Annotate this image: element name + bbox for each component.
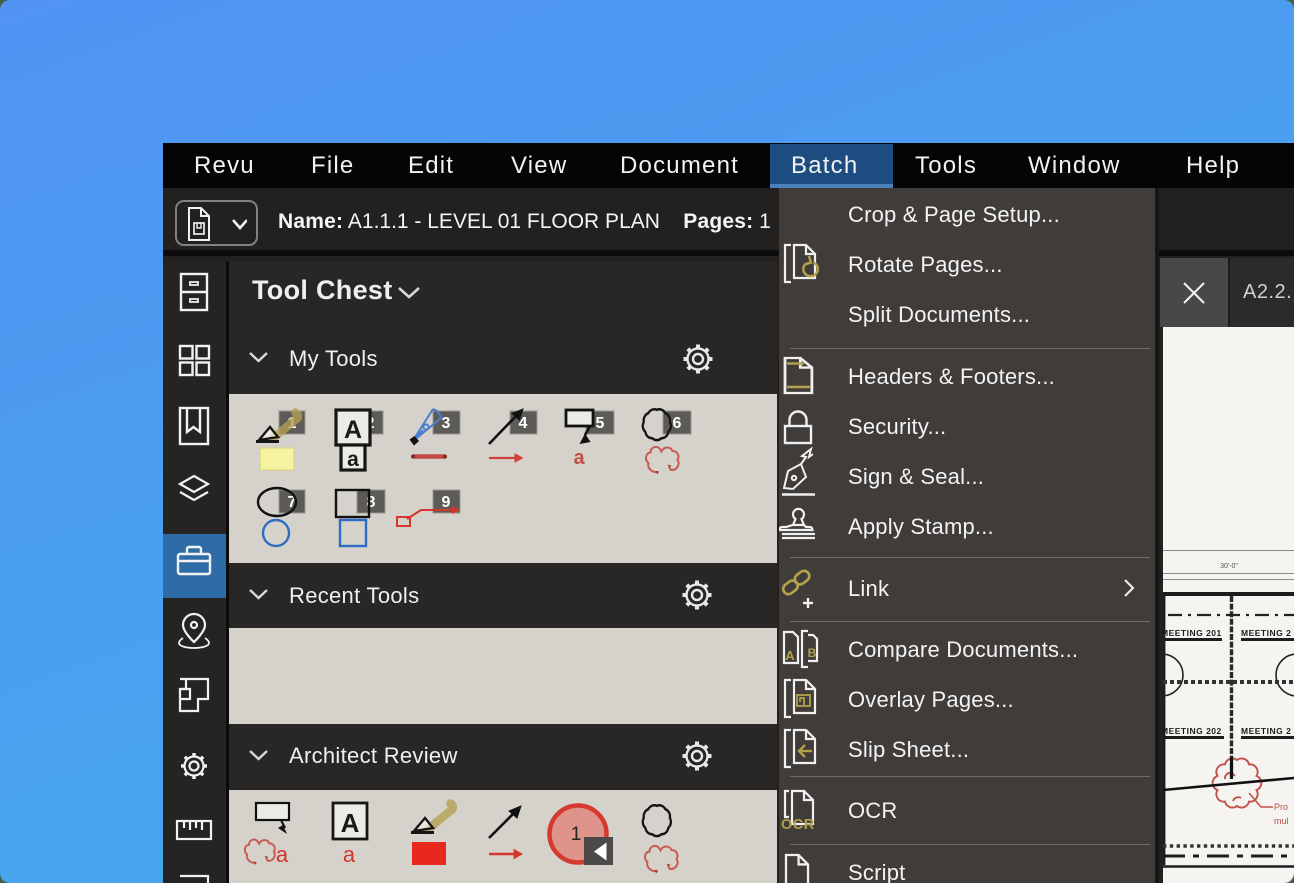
svg-text:5: 5 bbox=[596, 415, 605, 432]
svg-text:3: 3 bbox=[442, 415, 451, 432]
svg-text:a: a bbox=[276, 842, 289, 867]
svg-text:Pro: Pro bbox=[1274, 802, 1288, 812]
svg-text:A: A bbox=[341, 808, 360, 838]
svg-text:a: a bbox=[347, 448, 359, 471]
svg-text:MEETING 201: MEETING 201 bbox=[1163, 628, 1222, 638]
svg-text:a: a bbox=[343, 842, 356, 867]
svg-text:B: B bbox=[808, 646, 817, 660]
svg-text:6: 6 bbox=[673, 415, 682, 432]
svg-text:a: a bbox=[573, 447, 585, 469]
svg-text:MEETING 2: MEETING 2 bbox=[1241, 726, 1291, 736]
svg-text:MEETING 2: MEETING 2 bbox=[1241, 628, 1291, 638]
svg-text:MEETING 202: MEETING 202 bbox=[1163, 726, 1222, 736]
svg-text:mul: mul bbox=[1274, 816, 1289, 826]
svg-text:A: A bbox=[785, 648, 795, 663]
svg-text:A: A bbox=[344, 416, 362, 444]
svg-text:OCR: OCR bbox=[781, 817, 815, 833]
svg-text:1: 1 bbox=[571, 824, 582, 845]
svg-text:30'-0": 30'-0" bbox=[1220, 563, 1238, 570]
svg-text:9: 9 bbox=[442, 494, 451, 511]
